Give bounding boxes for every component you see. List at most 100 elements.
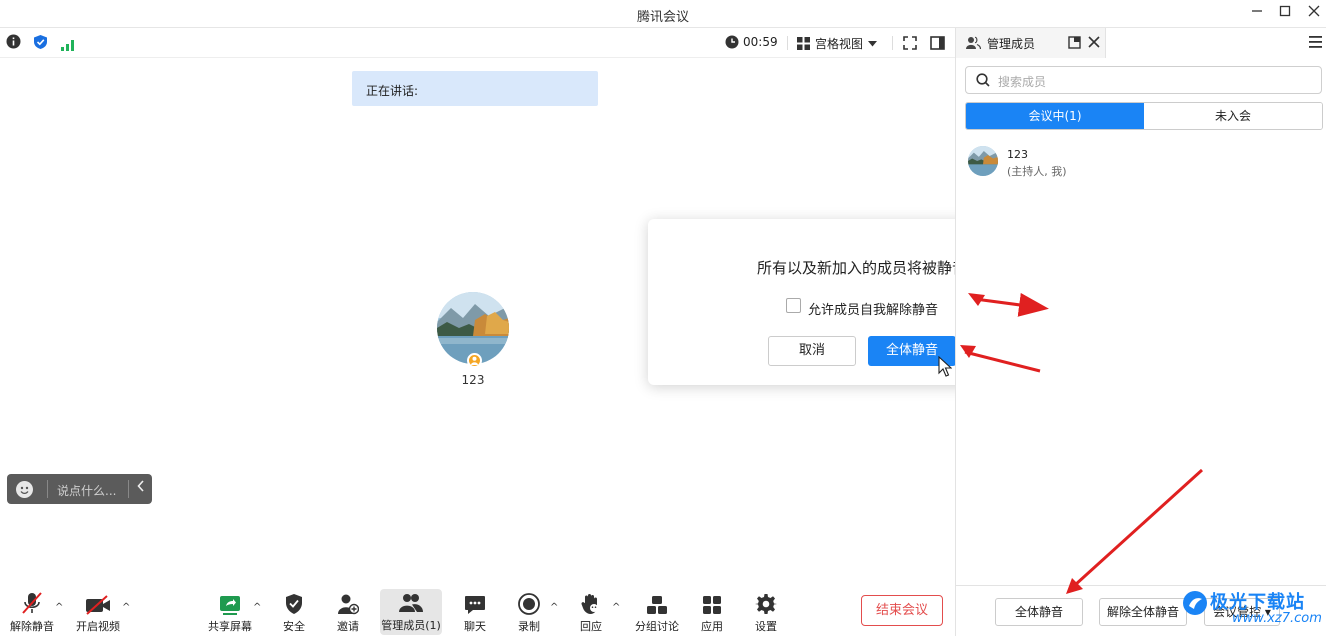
tab-not-joined[interactable]: 未入会 bbox=[1144, 103, 1322, 129]
divider bbox=[787, 36, 788, 50]
window-title: 腾讯会议 bbox=[636, 10, 689, 25]
search-input[interactable]: 搜索成员 bbox=[965, 66, 1322, 94]
timer-value: 00:59 bbox=[743, 35, 778, 49]
apps-label: 应用 bbox=[701, 620, 723, 633]
apps-button[interactable]: 应用 bbox=[692, 587, 732, 634]
watermark-logo: 极光下载站 www.xz7.com bbox=[1180, 586, 1326, 636]
share-options-chevron-icon[interactable]: ^ bbox=[253, 602, 261, 613]
chat-label: 聊天 bbox=[464, 620, 486, 633]
reaction-label: 回应 bbox=[580, 620, 602, 633]
breakout-icon bbox=[647, 596, 667, 614]
info-icon[interactable] bbox=[6, 34, 21, 53]
divider bbox=[47, 480, 48, 498]
chat-icon bbox=[465, 596, 485, 614]
manage-members-button[interactable]: 管理成员(1) bbox=[380, 589, 442, 635]
maximize-icon bbox=[1279, 5, 1291, 17]
search-placeholder: 搜索成员 bbox=[998, 75, 1047, 89]
member-avatar bbox=[968, 146, 998, 176]
menu-icon[interactable] bbox=[1309, 36, 1322, 48]
view-label: 宫格视图 bbox=[815, 37, 864, 51]
cancel-button[interactable]: 取消 bbox=[768, 336, 856, 366]
caret-down-icon bbox=[868, 40, 878, 46]
member-role: (主持人, 我) bbox=[1007, 165, 1067, 178]
minimize-button[interactable] bbox=[1244, 2, 1270, 24]
chat-button[interactable]: 聊天 bbox=[454, 587, 496, 634]
maximize-button[interactable] bbox=[1272, 2, 1298, 24]
record-label: 录制 bbox=[518, 620, 540, 633]
grid-view-icon bbox=[797, 37, 810, 50]
emoji-icon[interactable] bbox=[16, 481, 33, 498]
member-tabs: 会议中(1) 未入会 bbox=[965, 102, 1323, 130]
close-window-button[interactable] bbox=[1301, 2, 1326, 24]
divider bbox=[128, 480, 129, 498]
settings-label: 设置 bbox=[755, 620, 777, 633]
record-icon bbox=[518, 593, 540, 615]
unmute-button[interactable]: 解除静音 bbox=[6, 587, 58, 634]
panel-title: 管理成员 bbox=[987, 37, 1036, 51]
close-panel-icon[interactable] bbox=[1088, 36, 1100, 48]
video-off-icon bbox=[86, 595, 110, 615]
bottom-toolbar: 解除静音 ^ 开启视频 ^ 共享屏幕 ^ 安全 邀请 管理成员(1) 聊天 录制… bbox=[0, 584, 955, 636]
mic-muted-icon bbox=[22, 592, 42, 614]
record-options-chevron-icon[interactable]: ^ bbox=[550, 602, 558, 613]
meeting-info-bar: 00:59 宫格视图 bbox=[0, 28, 955, 58]
participant-name: 123 bbox=[461, 373, 485, 387]
invite-label: 邀请 bbox=[337, 620, 359, 633]
search-icon bbox=[976, 73, 990, 87]
shield-icon bbox=[286, 594, 302, 614]
unmute-all-button[interactable]: 解除全体静音 bbox=[1099, 598, 1187, 626]
host-badge-icon bbox=[467, 353, 482, 368]
end-meeting-button[interactable]: 结束会议 bbox=[861, 595, 943, 626]
breakout-button[interactable]: 分组讨论 bbox=[632, 587, 682, 634]
share-screen-label: 共享屏幕 bbox=[208, 620, 252, 633]
signal-strength-icon[interactable] bbox=[61, 36, 76, 55]
watermark-url: www.xz7.com bbox=[1232, 611, 1322, 626]
clock-icon bbox=[725, 35, 739, 49]
share-screen-button[interactable]: 共享屏幕 bbox=[204, 587, 256, 634]
security-label: 安全 bbox=[283, 620, 305, 633]
minimize-icon bbox=[1252, 10, 1262, 12]
member-panel: 管理成员 搜索成员 会议中(1) 未入会 123 (主持人, 我) 全体静音 解… bbox=[955, 28, 1326, 636]
panel-tab[interactable]: 管理成员 bbox=[956, 28, 1106, 58]
mute-all-button[interactable]: 全体静音 bbox=[995, 598, 1083, 626]
record-button[interactable]: 录制 bbox=[508, 587, 550, 634]
watermark-logo-icon bbox=[1183, 591, 1207, 615]
mouse-cursor-icon bbox=[938, 356, 952, 377]
reaction-button[interactable]: 回应 bbox=[570, 587, 612, 634]
pop-out-icon[interactable] bbox=[1068, 36, 1081, 49]
divider bbox=[892, 36, 893, 50]
gear-icon bbox=[755, 594, 777, 614]
video-options-chevron-icon[interactable]: ^ bbox=[122, 602, 130, 613]
allow-self-unmute-checkbox[interactable] bbox=[786, 298, 801, 313]
invite-button[interactable]: 邀请 bbox=[327, 587, 369, 634]
member-name: 123 bbox=[1007, 148, 1028, 161]
members-icon bbox=[399, 594, 423, 612]
title-bar: 腾讯会议 bbox=[0, 0, 1326, 28]
members-icon bbox=[966, 36, 981, 50]
audio-options-chevron-icon[interactable]: ^ bbox=[55, 602, 63, 613]
settings-button[interactable]: 设置 bbox=[746, 587, 786, 634]
speaking-label: 正在讲话: bbox=[366, 84, 419, 98]
quick-chat-bar[interactable]: 说点什么... bbox=[7, 474, 152, 504]
manage-members-label: 管理成员(1) bbox=[381, 619, 441, 632]
share-screen-icon bbox=[220, 596, 240, 615]
meeting-timer: 00:59 bbox=[725, 35, 778, 49]
chat-input[interactable]: 说点什么... bbox=[57, 482, 116, 499]
reaction-icon bbox=[581, 594, 598, 614]
invite-icon bbox=[338, 594, 359, 615]
speaking-indicator: 正在讲话: bbox=[352, 71, 598, 106]
tab-in-meeting[interactable]: 会议中(1) bbox=[966, 103, 1144, 129]
start-video-button[interactable]: 开启视频 bbox=[72, 587, 124, 634]
collapse-chevron-icon[interactable] bbox=[137, 480, 145, 496]
view-switch-button[interactable]: 宫格视图 bbox=[797, 35, 878, 52]
apps-icon bbox=[703, 596, 721, 614]
breakout-label: 分组讨论 bbox=[635, 620, 679, 633]
close-icon bbox=[1308, 5, 1320, 17]
toggle-sidebar-icon[interactable] bbox=[930, 35, 945, 54]
security-shield-icon[interactable] bbox=[33, 34, 48, 54]
security-button[interactable]: 安全 bbox=[273, 587, 315, 634]
fullscreen-icon[interactable] bbox=[903, 35, 917, 54]
unmute-label: 解除静音 bbox=[10, 620, 54, 633]
reaction-options-chevron-icon[interactable]: ^ bbox=[612, 602, 620, 613]
allow-self-unmute-label[interactable]: 允许成员自我解除静音 bbox=[808, 299, 938, 318]
